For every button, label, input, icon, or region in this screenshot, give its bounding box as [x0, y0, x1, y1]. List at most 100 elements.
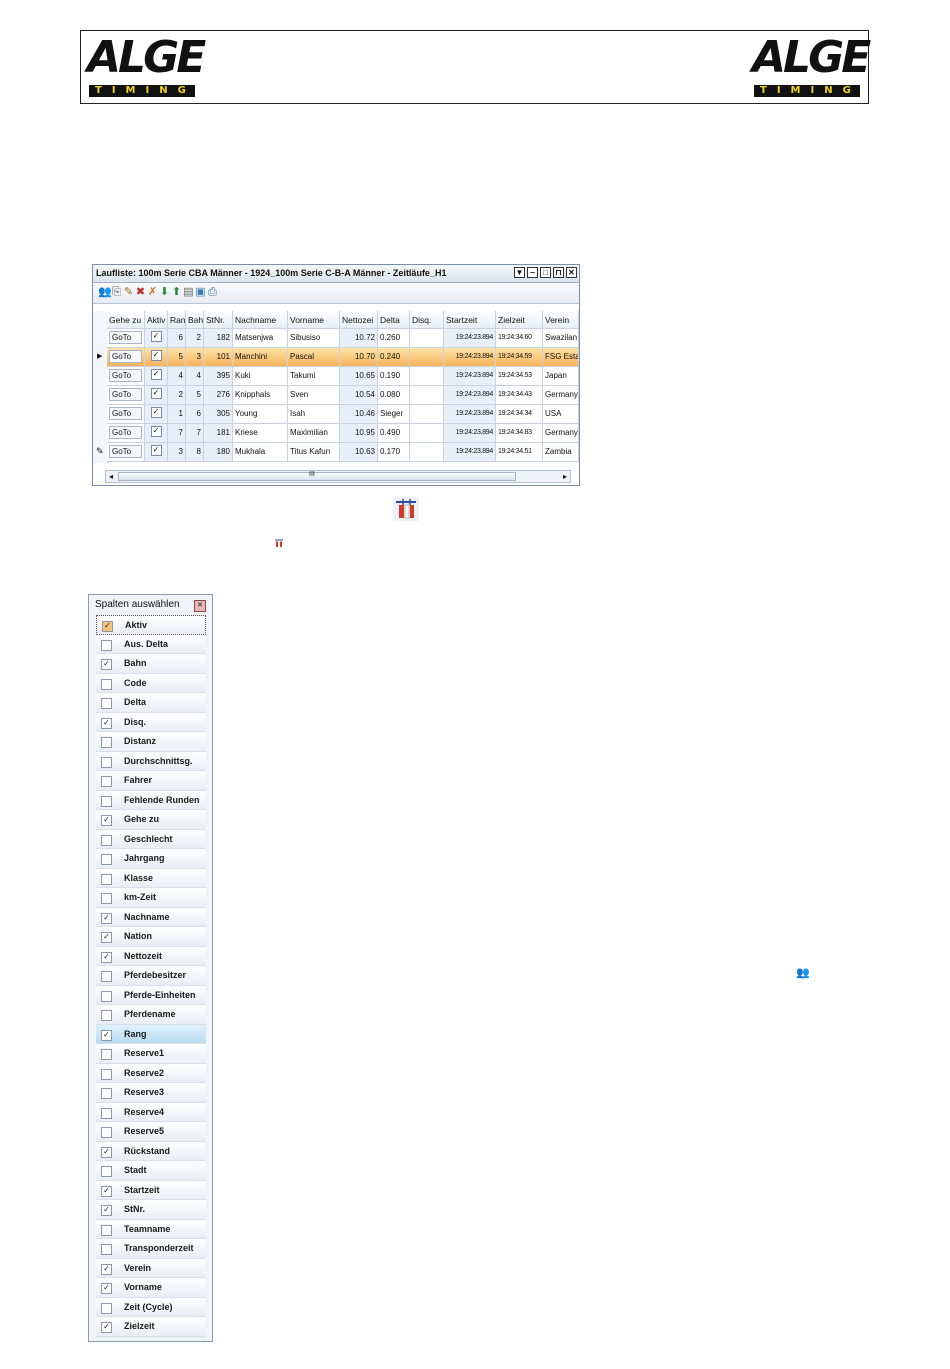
table-row[interactable]: ▶ GoTo ✓ 5 3 101 Manchini Pascal 10.70 0.240 19:24… — [93, 348, 581, 367]
column-option[interactable]: ✓ Gehe zu — [96, 810, 206, 830]
checkbox-unchecked[interactable] — [101, 1224, 112, 1236]
checkbox-unchecked[interactable] — [101, 737, 112, 748]
column-header-aktiv[interactable]: Aktiv — [145, 311, 168, 329]
checkbox-checked[interactable]: ✓ — [101, 912, 112, 924]
checkbox-unchecked[interactable] — [101, 678, 112, 690]
checkbox-unchecked[interactable] — [101, 795, 112, 807]
column-option[interactable]: ✓ Verein — [96, 1258, 206, 1278]
goto-cell[interactable]: GoTo — [107, 386, 145, 405]
column-header-verein[interactable]: Verein — [543, 311, 579, 329]
column-option[interactable]: Reserve1 — [96, 1044, 206, 1064]
aktiv-cell[interactable]: ✓ — [145, 424, 168, 443]
column-option[interactable]: Reserve2 — [96, 1063, 206, 1083]
column-header-rang[interactable]: Ran — [168, 311, 186, 329]
column-option[interactable]: ✓ Rückstand — [96, 1141, 206, 1161]
goto-button[interactable]: GoTo — [109, 407, 142, 420]
column-option[interactable]: Delta — [96, 693, 206, 713]
goto-button[interactable]: GoTo — [109, 350, 142, 363]
checkbox-checked[interactable]: ✓ — [101, 932, 112, 943]
checkbox-unchecked[interactable] — [101, 776, 112, 787]
horizontal-scrollbar[interactable]: ◂ III ▸ — [105, 470, 571, 483]
column-option[interactable]: Reserve5 — [96, 1122, 206, 1142]
checkbox-checked[interactable]: ✓ — [101, 717, 112, 729]
column-option[interactable]: ✓ Aktiv — [96, 615, 206, 635]
goto-button[interactable]: GoTo — [109, 369, 142, 382]
aktiv-checkbox[interactable]: ✓ — [150, 369, 162, 381]
table-row[interactable]: GoTo ✓ 6 2 182 Matsenjwa Sibusiso 10.72 0.260 19:… — [93, 329, 581, 348]
goto-button[interactable]: GoTo — [109, 445, 142, 458]
column-option[interactable]: ✓ Startzeit — [96, 1180, 206, 1200]
checkbox-unchecked[interactable] — [101, 893, 112, 904]
aktiv-cell[interactable]: ✓ — [145, 386, 168, 405]
column-option[interactable]: Pferde-Einheiten — [96, 985, 206, 1005]
column-option[interactable]: Stadt — [96, 1161, 206, 1181]
dropdown-icon[interactable]: ▼ — [514, 267, 525, 278]
checkbox-unchecked[interactable] — [101, 1166, 112, 1177]
table-row[interactable]: GoTo ✓ 4 4 395 Kuki Takumi 10.65 0.190 19:24:23.8… — [93, 367, 581, 386]
checkbox-checked[interactable]: ✓ — [101, 1263, 112, 1275]
column-option[interactable]: Fehlende Runden — [96, 790, 206, 810]
checkbox-unchecked[interactable] — [101, 639, 112, 651]
checkbox-unchecked[interactable] — [101, 1088, 112, 1099]
checkbox-unchecked[interactable] — [101, 990, 112, 1002]
column-option[interactable]: ✓ Vorname — [96, 1278, 206, 1298]
checkbox-unchecked[interactable] — [101, 1107, 112, 1119]
checkbox-unchecked[interactable] — [101, 698, 112, 709]
column-option[interactable]: Geschlecht — [96, 829, 206, 849]
checkbox-checked[interactable]: ✓ — [101, 659, 112, 670]
goto-button[interactable]: GoTo — [109, 426, 142, 439]
goto-button[interactable]: GoTo — [109, 388, 142, 401]
goto-cell[interactable]: GoTo — [107, 329, 145, 348]
checkbox-checked[interactable]: ✓ — [101, 1322, 112, 1333]
checkbox-unchecked[interactable] — [101, 834, 112, 846]
checkbox-unchecked[interactable] — [101, 1244, 112, 1255]
table-row[interactable]: GoTo ✓ 7 7 181 Kriese Maximilian 10.95 0.490 19:2… — [93, 424, 581, 443]
checkbox-checked[interactable]: ✓ — [101, 1146, 112, 1158]
checkbox-checked[interactable]: ✓ — [101, 1283, 112, 1294]
close-icon[interactable]: ✕ — [194, 600, 206, 612]
column-option[interactable]: ✓ Rang — [96, 1024, 206, 1044]
column-option[interactable]: Durchschnittsg. — [96, 751, 206, 771]
column-option[interactable]: Pferdename — [96, 1005, 206, 1025]
column-option[interactable]: Pferdebesitzer — [96, 966, 206, 986]
aktiv-checkbox[interactable]: ✓ — [150, 407, 162, 419]
aktiv-checkbox[interactable]: ✓ — [150, 350, 162, 362]
column-option[interactable]: ✓ Zielzeit — [96, 1317, 206, 1337]
column-option[interactable]: Fahrer — [96, 771, 206, 791]
scroll-thumb[interactable]: III — [118, 471, 516, 481]
checkbox-unchecked[interactable] — [101, 756, 112, 768]
column-chooser-icon[interactable] — [393, 497, 419, 521]
column-option[interactable]: ✓ Nettozeit — [96, 946, 206, 966]
table-row[interactable]: ✎ GoTo ✓ 3 8 180 Mukhala Titus Kafun 10.63 0.170 1… — [93, 443, 581, 462]
column-option[interactable]: Transponderzeit — [96, 1239, 206, 1259]
checkbox-unchecked[interactable] — [101, 1127, 112, 1138]
column-header-start[interactable]: Startzeit — [444, 311, 496, 329]
checkbox-unchecked[interactable] — [101, 873, 112, 885]
column-option[interactable]: km-Zeit — [96, 888, 206, 908]
column-option[interactable]: ✓ StNr. — [96, 1200, 206, 1220]
column-option[interactable]: Teamname — [96, 1219, 206, 1239]
checkbox-unchecked[interactable] — [101, 971, 112, 982]
column-option[interactable]: Code — [96, 673, 206, 693]
checkbox-checked[interactable]: ✓ — [101, 1205, 112, 1216]
aktiv-checkbox[interactable]: ✓ — [150, 388, 162, 400]
goto-button[interactable]: GoTo — [109, 331, 142, 344]
checkbox-unchecked[interactable] — [101, 854, 112, 865]
close-window-icon[interactable]: ✕ — [566, 267, 577, 278]
aktiv-checkbox[interactable]: ✓ — [150, 331, 162, 343]
column-option[interactable]: Aus. Delta — [96, 634, 206, 654]
scroll-right-icon[interactable]: ▸ — [563, 471, 567, 482]
checkbox-unchecked[interactable] — [101, 1068, 112, 1080]
checkbox-checked[interactable]: ✓ — [101, 1029, 112, 1041]
table-row[interactable]: GoTo ✓ 2 5 276 Knipphals Sven 10.54 0.080 19:24:2… — [93, 386, 581, 405]
column-header-stnr[interactable]: StNr. — [204, 311, 233, 329]
aktiv-cell[interactable]: ✓ — [145, 329, 168, 348]
checkbox-unchecked[interactable] — [101, 1302, 112, 1314]
goto-cell[interactable]: GoTo — [107, 405, 145, 424]
goto-cell[interactable]: GoTo — [107, 443, 145, 462]
column-header-disq[interactable]: Disq. — [410, 311, 444, 329]
maximize-icon[interactable]: □ — [540, 267, 551, 278]
column-option[interactable]: Klasse — [96, 868, 206, 888]
column-option[interactable]: Reserve3 — [96, 1083, 206, 1103]
column-header-ziel[interactable]: Zielzeit — [496, 311, 543, 329]
